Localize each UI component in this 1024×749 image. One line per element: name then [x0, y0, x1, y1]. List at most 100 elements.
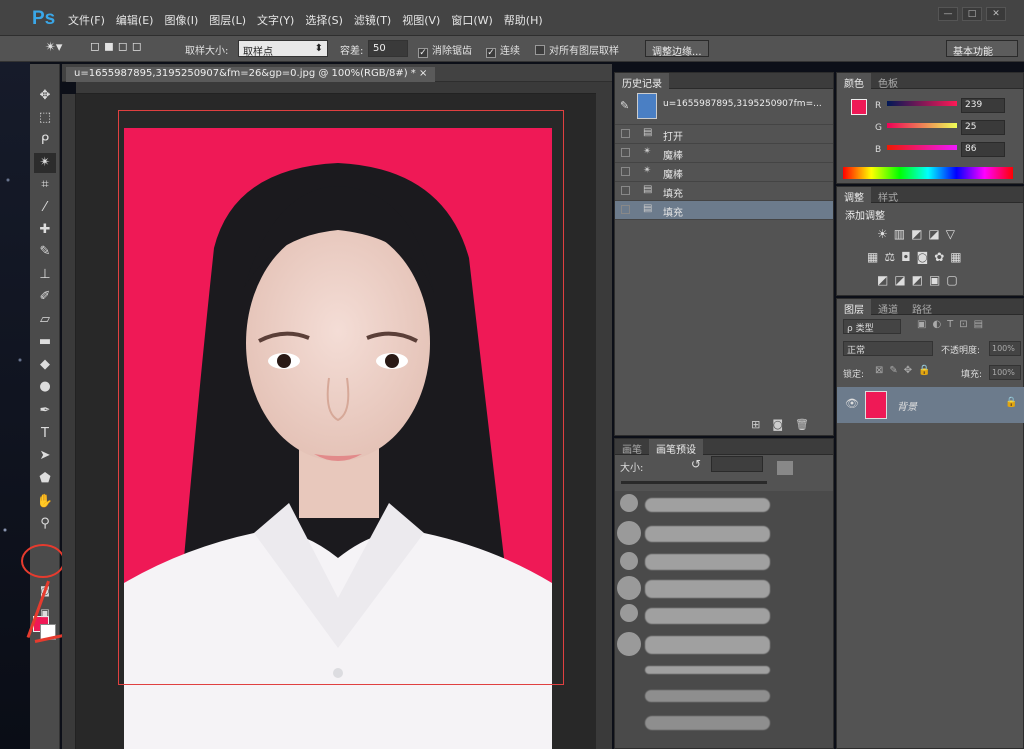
menu-item[interactable]: 帮助(H)	[504, 12, 543, 28]
history-item[interactable]: ✴ 魔棒	[615, 144, 833, 163]
maximize-button[interactable]: □	[962, 7, 982, 21]
r-slider[interactable]	[887, 101, 957, 106]
tab-swatches[interactable]: 色板	[871, 73, 905, 92]
shape-tool-icon[interactable]: ⬟	[34, 469, 56, 489]
history-item[interactable]: ▤ 填充	[615, 201, 833, 220]
blur-tool-icon[interactable]: ◆	[34, 355, 56, 375]
history-checkbox[interactable]	[621, 205, 630, 214]
menu-item[interactable]: 图层(L)	[209, 12, 246, 28]
brush-size-input[interactable]	[711, 456, 763, 472]
zoom-tool-icon[interactable]: ⚲	[34, 514, 56, 534]
tab-channels[interactable]: 通道	[871, 299, 905, 318]
blend-mode-select[interactable]: 正常	[843, 341, 933, 356]
menu-item[interactable]: 图像(I)	[164, 12, 198, 28]
contiguous-checkbox[interactable]: ✓ 连续	[486, 42, 520, 58]
magic-wand-tool-icon[interactable]: ✴	[34, 153, 56, 173]
layer-row-background[interactable]: 👁 背景 🔒	[837, 387, 1024, 423]
crop-tool-icon[interactable]: ⌗	[34, 175, 56, 195]
desktop-background	[0, 60, 30, 749]
history-item[interactable]: ▤ 填充	[615, 182, 833, 201]
menu-item[interactable]: 编辑(E)	[116, 12, 154, 28]
brush-tip[interactable]	[620, 604, 638, 622]
close-button[interactable]: ✕	[986, 7, 1006, 21]
move-tool-icon[interactable]: ✥	[34, 86, 56, 106]
brush-tip[interactable]	[620, 552, 638, 570]
r-value-input[interactable]: 239	[961, 98, 1005, 113]
tab-brush[interactable]: 画笔	[615, 439, 649, 458]
menu-item[interactable]: 选择(S)	[305, 12, 343, 28]
history-item[interactable]: ✴ 魔棒	[615, 163, 833, 182]
gradient-tool-icon[interactable]: ▬	[34, 332, 56, 352]
opacity-input[interactable]: 100%	[989, 341, 1021, 356]
magic-wand-tool-preset-icon[interactable]: ✴▾	[45, 40, 62, 55]
history-actions-icons[interactable]: ⊞◙🗑	[751, 418, 821, 431]
path-selection-tool-icon[interactable]: ➤	[34, 446, 56, 466]
history-checkbox[interactable]	[621, 186, 630, 195]
adjustment-icons-row3[interactable]: ◩◪◩▣▢	[877, 273, 964, 287]
refine-edge-button[interactable]: 调整边缘...	[645, 40, 709, 58]
close-tab-icon[interactable]: ×	[419, 68, 427, 79]
workspace-select[interactable]: 基本功能	[946, 40, 1018, 58]
tab-color[interactable]: 颜色	[837, 73, 871, 92]
selection-mode-icons[interactable]: ◻◼◻◻	[90, 39, 146, 53]
adjustment-icons-row1[interactable]: ☀▥◩◪▽	[877, 227, 961, 241]
annotation-circle	[21, 544, 65, 578]
reset-icon[interactable]: ↺	[691, 457, 701, 471]
color-fg-swatch[interactable]	[851, 99, 867, 115]
brush-tip[interactable]	[617, 521, 641, 545]
lasso-tool-icon[interactable]: ᑭ	[34, 131, 56, 151]
layer-filter-icons[interactable]: ▣◐T⊡▤	[917, 319, 989, 330]
color-spectrum-ramp[interactable]	[843, 167, 1013, 179]
brush-size-slider[interactable]	[621, 481, 767, 484]
fill-input[interactable]: 100%	[989, 365, 1021, 380]
tab-adjustments[interactable]: 调整	[837, 187, 871, 206]
hand-tool-icon[interactable]: ✋	[34, 492, 56, 512]
tab-paths[interactable]: 路径	[905, 299, 939, 318]
b-value-input[interactable]: 86	[961, 142, 1005, 157]
history-checkbox[interactable]	[621, 148, 630, 157]
document-tab[interactable]: u=1655987895,3195250907&fm=26&gp=0.jpg @…	[66, 67, 436, 82]
history-checkbox[interactable]	[621, 129, 630, 138]
g-value-input[interactable]: 25	[961, 120, 1005, 135]
lock-icons[interactable]: ⊠✎✥🔒	[875, 365, 937, 376]
history-step-icon: ✴	[643, 165, 652, 176]
visibility-eye-icon[interactable]: 👁	[845, 397, 859, 410]
brush-tip[interactable]	[617, 576, 641, 600]
healing-brush-tool-icon[interactable]: ✚	[34, 220, 56, 240]
sample-size-select[interactable]: 取样点 ⬍	[238, 40, 328, 58]
minimize-button[interactable]: —	[938, 7, 958, 21]
clone-stamp-tool-icon[interactable]: ⊥	[34, 265, 56, 285]
g-slider[interactable]	[887, 123, 957, 128]
all-layers-checkbox[interactable]: 对所有图层取样	[535, 42, 619, 57]
vertical-scrollbar[interactable]	[596, 82, 612, 749]
menu-item[interactable]: 文件(F)	[68, 12, 105, 28]
history-checkbox[interactable]	[621, 167, 630, 176]
menu-item[interactable]: 文字(Y)	[257, 12, 294, 28]
history-item[interactable]: ▤ 打开	[615, 125, 833, 144]
eyedropper-tool-icon[interactable]: ⁄	[34, 198, 56, 218]
eraser-tool-icon[interactable]: ▱	[34, 310, 56, 330]
antialias-checkbox[interactable]: ✓ 消除锯齿	[418, 42, 472, 58]
tab-brush-presets[interactable]: 画笔预设	[649, 439, 703, 458]
brush-tip[interactable]	[620, 494, 638, 512]
tab-styles[interactable]: 样式	[871, 187, 905, 206]
pen-tool-icon[interactable]: ✒	[34, 401, 56, 421]
brush-tool-icon[interactable]: ✎	[34, 242, 56, 262]
brush-tip[interactable]	[617, 632, 641, 656]
history-brush-tool-icon[interactable]: ✐	[34, 287, 56, 307]
layer-kind-filter[interactable]: ρ 类型	[843, 319, 901, 334]
type-tool-icon[interactable]: T	[34, 424, 56, 444]
dodge-tool-icon[interactable]: ●	[34, 377, 56, 397]
tolerance-input[interactable]: 50	[368, 40, 408, 57]
menu-item[interactable]: 滤镜(T)	[354, 12, 391, 28]
tab-layers[interactable]: 图层	[837, 299, 871, 318]
new-preset-icon[interactable]	[777, 461, 793, 475]
marquee-tool-icon[interactable]: ⬚	[34, 108, 56, 128]
history-snapshot[interactable]: ✎ u=1655987895,3195250907fm=...	[615, 89, 833, 125]
main-menu: 文件(F) 编辑(E) 图像(I) 图层(L) 文字(Y) 选择(S) 滤镜(T) 视图(V)…	[68, 12, 554, 28]
sample-size-label: 取样大小:	[185, 46, 229, 57]
menu-item[interactable]: 窗口(W)	[451, 12, 492, 28]
menu-item[interactable]: 视图(V)	[402, 12, 440, 28]
adjustment-icons-row2[interactable]: ▦⚖◘◙✿▦	[867, 250, 968, 264]
b-slider[interactable]	[887, 145, 957, 150]
